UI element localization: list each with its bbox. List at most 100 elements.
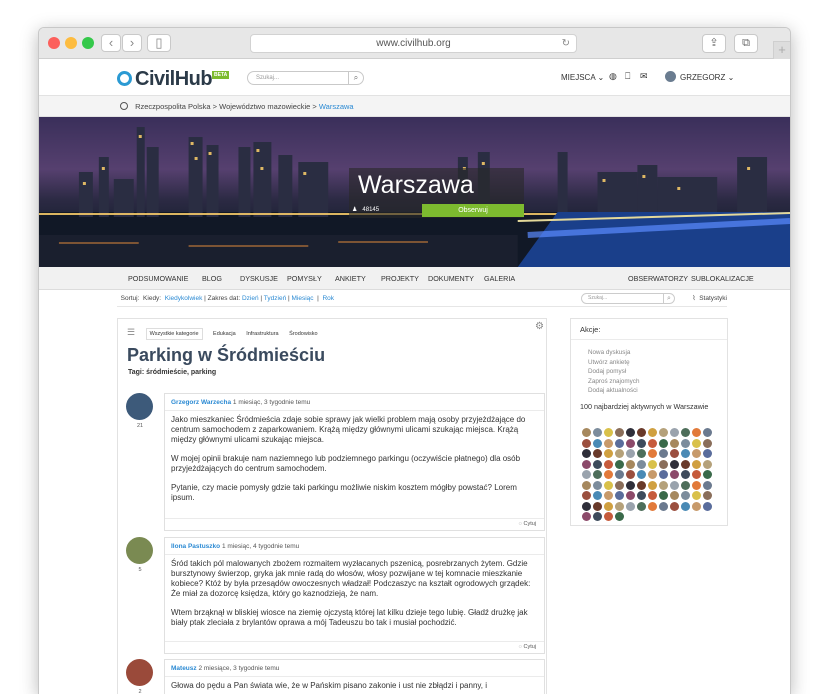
active-user-avatar[interactable] [670,501,679,511]
post-author[interactable]: Grzegorz Warzecha [171,399,231,406]
active-user-avatar[interactable] [593,480,602,490]
active-user-avatar[interactable] [648,501,657,511]
back-button[interactable]: ‹ [101,34,121,52]
active-user-avatar[interactable] [604,470,613,479]
tab-documents[interactable]: DOKUMENTY [428,274,474,283]
active-user-avatar[interactable] [626,428,635,437]
breadcrumb-region[interactable]: Województwo mazowieckie [219,102,310,111]
avatar[interactable] [126,659,153,686]
tabs-icon[interactable]: ⧉ [734,34,758,53]
active-user-avatar[interactable] [648,480,657,490]
active-user-avatar[interactable] [615,501,624,511]
action-create-poll[interactable]: Utwórz ankietę [571,358,727,368]
active-user-avatar[interactable] [626,501,635,511]
active-user-avatar[interactable] [681,428,690,437]
bookmark-icon[interactable]: ⎕ [625,71,630,82]
active-user-avatar[interactable] [670,480,679,490]
active-user-avatar[interactable] [670,470,679,479]
active-user-avatar[interactable] [659,470,668,479]
tab-blog[interactable]: BLOG [202,274,222,283]
filter-week[interactable]: Tydzień [264,295,286,302]
active-user-avatar[interactable] [648,438,657,448]
active-user-avatar[interactable] [593,501,602,511]
minimize-window-button[interactable] [65,37,77,49]
tab-followers[interactable]: OBSERWATORZY [628,274,688,283]
active-user-avatar[interactable] [626,438,635,448]
address-bar[interactable]: www.civilhub.org ↻ [250,34,577,53]
active-user-avatar[interactable] [670,428,679,437]
active-user-avatar[interactable] [582,491,591,500]
active-user-avatar[interactable] [593,491,602,500]
active-user-avatar[interactable] [670,449,679,458]
active-user-avatar[interactable] [615,438,624,448]
active-user-avatar[interactable] [637,501,646,511]
active-user-avatar[interactable] [604,459,613,469]
active-user-avatar[interactable] [670,438,679,448]
post-author[interactable]: Mateusz [171,665,197,672]
active-user-avatar[interactable] [703,491,712,500]
action-new-discussion[interactable]: Nowa dyskusja [571,348,727,358]
civilhub-logo[interactable]: CivilHub [117,68,213,91]
active-user-avatar[interactable] [582,438,591,448]
active-user-avatar[interactable] [681,449,690,458]
active-user-avatar[interactable] [615,512,624,521]
new-tab-button[interactable]: + [773,41,790,59]
active-user-avatar[interactable] [604,512,613,521]
active-user-avatar[interactable] [703,449,712,458]
active-user-avatar[interactable] [681,470,690,479]
breadcrumb-city[interactable]: Warszawa [319,102,354,111]
tab-sublocations[interactable]: SUBLOKALIZACJE [691,274,754,283]
active-user-avatar[interactable] [692,438,701,448]
active-user-avatar[interactable] [692,459,701,469]
quote-button[interactable]: ◌ Cytuj [165,518,544,530]
active-user-avatar[interactable] [681,480,690,490]
active-user-avatar[interactable] [703,501,712,511]
active-user-avatar[interactable] [626,449,635,458]
active-user-avatar[interactable] [626,491,635,500]
active-user-avatar[interactable] [648,491,657,500]
active-user-avatar[interactable] [703,428,712,437]
mail-icon[interactable]: ✉ [640,71,648,82]
active-user-avatar[interactable] [703,480,712,490]
active-user-avatar[interactable] [582,459,591,469]
active-user-avatar[interactable] [648,470,657,479]
active-user-avatar[interactable] [582,480,591,490]
active-user-avatar[interactable] [593,449,602,458]
filter-month[interactable]: Miesiąc [292,295,314,302]
tab-ideas[interactable]: POMYSŁY [287,274,322,283]
action-add-idea[interactable]: Dodaj pomysł [571,367,727,377]
user-avatar[interactable] [665,71,676,82]
active-user-avatar[interactable] [659,449,668,458]
action-add-news[interactable]: Dodaj aktualności [571,386,727,396]
active-user-avatar[interactable] [615,480,624,490]
stats-link[interactable]: ⌇ Statystyki [692,290,727,307]
tab-discussions[interactable]: DYSKUSJE [240,274,278,283]
active-user-avatar[interactable] [582,449,591,458]
category-education[interactable]: Edukacja [213,331,236,337]
active-user-avatar[interactable] [626,480,635,490]
category-infrastructure[interactable]: Infrastruktura [246,331,278,337]
active-user-avatar[interactable] [615,449,624,458]
active-user-avatar[interactable] [626,470,635,479]
active-user-avatar[interactable] [659,459,668,469]
active-user-avatar[interactable] [604,438,613,448]
filter-year[interactable]: Rok [322,295,334,302]
active-user-avatar[interactable] [637,428,646,437]
gear-icon[interactable]: ⚙ [535,321,544,332]
active-user-avatar[interactable] [692,480,701,490]
active-user-avatar[interactable] [670,459,679,469]
search-icon[interactable]: ⌕ [663,294,674,303]
tab-gallery[interactable]: GALERIA [484,274,515,283]
active-user-avatar[interactable] [692,449,701,458]
active-user-avatar[interactable] [692,470,701,479]
active-user-avatar[interactable] [593,512,602,521]
active-user-avatar[interactable] [659,491,668,500]
active-user-avatar[interactable] [615,459,624,469]
active-user-avatar[interactable] [604,449,613,458]
active-user-avatar[interactable] [648,428,657,437]
filter-search-input[interactable]: Szukaj... ⌕ [581,293,675,304]
active-user-avatar[interactable] [582,428,591,437]
active-user-avatar[interactable] [703,438,712,448]
active-user-avatar[interactable] [637,438,646,448]
active-user-avatar[interactable] [637,459,646,469]
